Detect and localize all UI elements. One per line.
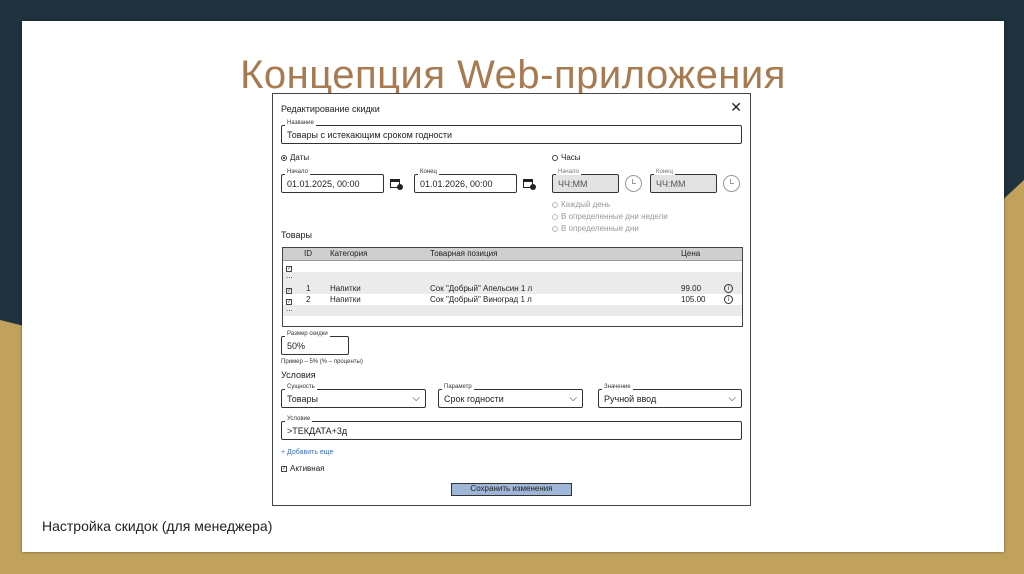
discount-hint: Пример – 5% (% – проценты)	[281, 359, 363, 365]
table-header: ID Категория Товарная позиция Цена	[283, 248, 742, 261]
param-label: Параметр	[442, 384, 474, 390]
radio-dot-icon	[552, 213, 558, 220]
hour-start-label: Начало	[556, 169, 581, 175]
chevron-down-icon: ⌵	[728, 393, 736, 404]
info-icon[interactable]: i	[724, 295, 733, 304]
active-checkbox[interactable]: ✓ Активная	[281, 464, 325, 473]
calendar-icon[interactable]	[389, 176, 403, 190]
radio-dot-icon	[552, 154, 558, 161]
clock-icon[interactable]	[723, 175, 740, 192]
date-start-field[interactable]: 01.01.2025, 00:00	[281, 174, 384, 193]
hour-end-label: Конец	[654, 169, 675, 175]
conditions-title: Условия	[281, 370, 316, 380]
discount-field[interactable]: 50%	[281, 336, 349, 355]
info-icon[interactable]: i	[724, 284, 733, 293]
slide-caption: Настройка скидок (для менеджера)	[42, 518, 273, 534]
entity-label: Сущность	[285, 384, 317, 390]
table-row: ...	[283, 271, 742, 283]
slide: Концепция Web-приложения Редактирование …	[22, 21, 1004, 552]
slide-title: Концепция Web-приложения	[240, 53, 786, 97]
date-end-label: Конец	[418, 169, 439, 175]
table-row: ...	[283, 304, 742, 316]
date-start-label: Начало	[285, 169, 310, 175]
value-select[interactable]: Ручной ввод ⌵	[598, 389, 742, 408]
name-field[interactable]: Товары с истекающим сроком годности	[281, 125, 742, 144]
calendar-icon[interactable]	[522, 176, 536, 190]
header-item: Товарная позиция	[430, 249, 498, 258]
radio-specific-days[interactable]: В определенные дни	[552, 224, 639, 233]
condition-label: Условие	[285, 416, 313, 422]
chevron-down-icon: ⌵	[412, 393, 420, 404]
chevron-down-icon: ⌵	[569, 393, 577, 404]
products-table: ID Категория Товарная позиция Цена ✓ ...…	[282, 247, 743, 327]
table-row[interactable]: ✓ 2 Напитки Сок "Добрый" Виноград 1 л 10…	[283, 294, 742, 305]
save-button[interactable]: Сохранить изменения	[451, 483, 572, 496]
header-price: Цена	[681, 249, 701, 258]
value-label: Значение	[602, 384, 633, 390]
condition-field[interactable]: >ТЕКДАТА+3д	[281, 421, 742, 440]
radio-weekdays[interactable]: В определенные дни недели	[552, 212, 668, 221]
clock-icon[interactable]	[625, 175, 642, 192]
add-more-link[interactable]: + Добавить еще	[281, 449, 333, 456]
edit-discount-dialog: Редактирование скидки ✕ Товары с истекаю…	[272, 93, 751, 506]
dialog-title: Редактирование скидки	[281, 104, 380, 114]
checkbox-icon[interactable]: ✓	[281, 465, 287, 472]
hour-end-field[interactable]: ЧЧ:ММ	[650, 174, 717, 193]
radio-dot-icon	[281, 154, 287, 161]
header-id: ID	[304, 249, 312, 258]
radio-every-day[interactable]: Каждый день	[552, 200, 610, 209]
hour-start-field[interactable]: ЧЧ:ММ	[552, 174, 619, 193]
close-icon[interactable]: ✕	[730, 99, 742, 116]
entity-select[interactable]: Товары ⌵	[281, 389, 426, 408]
discount-label: Размер скидки	[285, 331, 330, 337]
name-label: Название	[285, 120, 316, 126]
date-end-field[interactable]: 01.01.2026, 00:00	[414, 174, 517, 193]
table-row[interactable]: ✓	[283, 261, 742, 272]
radio-dot-icon	[552, 201, 558, 208]
radio-dot-icon	[552, 225, 558, 232]
products-title: Товары	[281, 230, 312, 240]
radio-hours[interactable]: Часы	[552, 153, 581, 162]
header-category: Категория	[330, 249, 368, 258]
radio-dates[interactable]: Даты	[281, 153, 309, 162]
param-select[interactable]: Срок годности ⌵	[438, 389, 583, 408]
table-row[interactable]: ✓ 1 Напитки Сок "Добрый" Апельсин 1 л 99…	[283, 283, 742, 294]
